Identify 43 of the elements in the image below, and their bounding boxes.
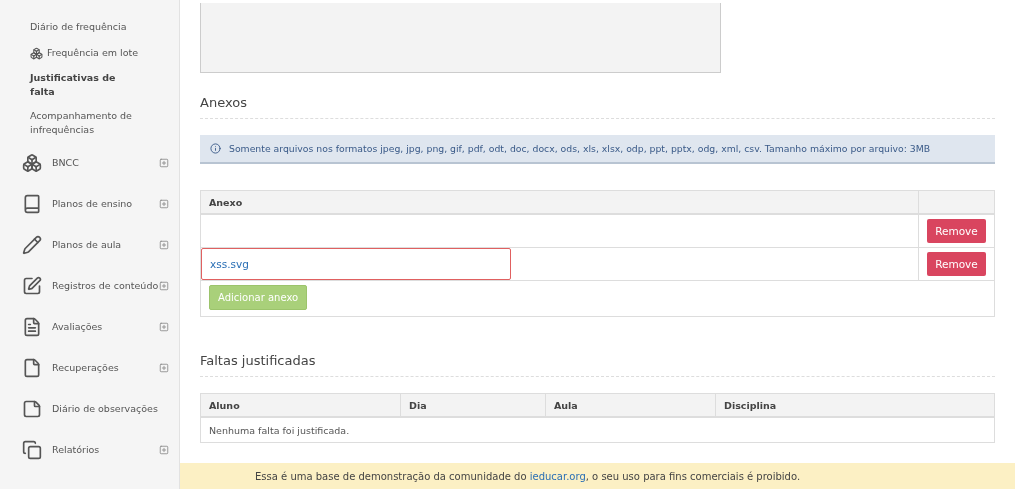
- expand-icon[interactable]: [159, 444, 169, 455]
- footer-notice: Essa é uma base de demonstração da comunidade do ieducar.org, o seu uso para fins comerciais é proibido.: [255, 470, 801, 482]
- sidebar-item[interactable]: Justificativas de falta: [30, 71, 140, 99]
- note-icon: [22, 398, 42, 419]
- column-header: Anexo: [201, 191, 919, 213]
- info-text: Somente arquivos nos formatos jpeg, jpg, png, gif, pdf, odt, doc, docx, ods, xls, xlsx, odp, ppt, pptx, odg, xml, csv. Tamanho máximo por arquivo: 3MB: [229, 143, 931, 154]
- column-header: Disciplina: [723, 398, 778, 413]
- sidebar-item[interactable]: Recuperações: [52, 362, 159, 373]
- edit-icon: [22, 275, 42, 296]
- sidebar-item[interactable]: BNCC: [52, 157, 159, 168]
- section-title: Anexos: [200, 73, 995, 119]
- pencil-icon: [22, 234, 42, 255]
- book-icon: [22, 193, 42, 214]
- expand-icon[interactable]: [159, 157, 169, 168]
- sidebar-item[interactable]: Avaliações: [52, 321, 159, 332]
- cubes-icon: [30, 46, 43, 60]
- sidebar-item[interactable]: Planos de ensino: [52, 198, 159, 209]
- cubes-icon: [22, 152, 42, 173]
- expand-icon[interactable]: [159, 280, 169, 291]
- sidebar-item[interactable]: Planos de aula: [52, 239, 159, 250]
- remove-button[interactable]: Remove: [927, 219, 986, 243]
- sidebar-item[interactable]: Diário de observações: [52, 403, 169, 414]
- column-header: Dia: [401, 394, 546, 416]
- sidebar-item[interactable]: Acompanhamento de infrequências: [30, 109, 140, 137]
- document-icon: [22, 316, 42, 337]
- expand-icon[interactable]: [159, 362, 169, 373]
- column-header: Aluno: [201, 394, 401, 416]
- info-icon: [210, 143, 221, 154]
- sidebar-item[interactable]: Registros de conteúdo: [52, 280, 159, 291]
- column-header: Aula: [546, 394, 716, 416]
- file-icon: [22, 357, 42, 378]
- empty-message: Nenhuma falta foi justificada.: [208, 423, 351, 438]
- expand-icon[interactable]: [159, 198, 169, 209]
- sidebar-item[interactable]: Diário de frequência: [30, 20, 127, 34]
- expand-icon[interactable]: [159, 239, 169, 250]
- remove-button[interactable]: Remove: [927, 252, 986, 276]
- expand-icon[interactable]: [159, 321, 169, 332]
- copy-icon: [22, 439, 42, 460]
- section-title: Faltas justificadas: [200, 317, 995, 377]
- file-link[interactable]: xss.svg: [210, 258, 249, 270]
- sidebar-item[interactable]: Frequência em lote: [47, 46, 139, 60]
- sidebar-item[interactable]: Relatórios: [52, 444, 159, 455]
- footer-link[interactable]: ieducar.org: [529, 470, 586, 482]
